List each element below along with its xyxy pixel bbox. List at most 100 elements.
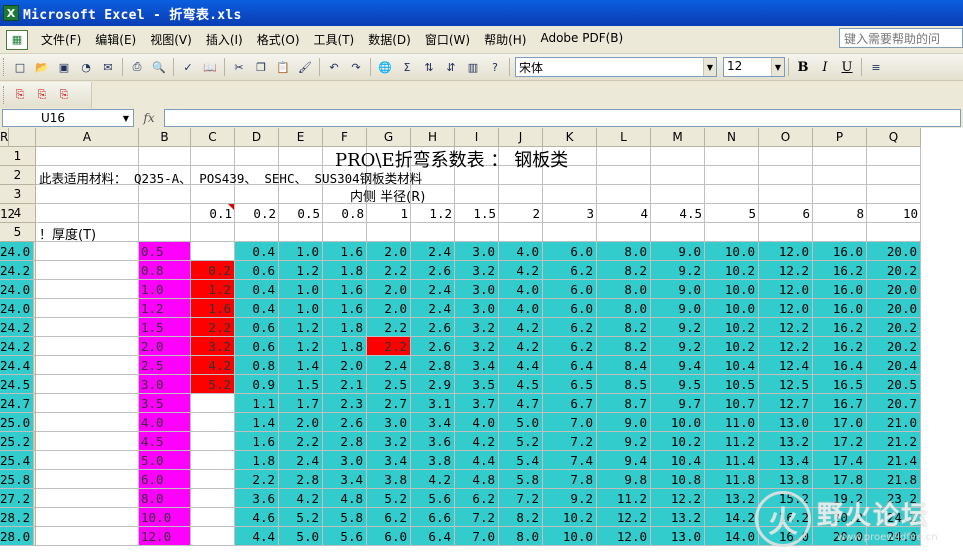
k-factor-cell[interactable]: 1.7 bbox=[279, 394, 323, 413]
column-header[interactable]: B bbox=[139, 128, 191, 147]
cell[interactable] bbox=[36, 375, 139, 394]
k-factor-cell[interactable]: 12.2 bbox=[759, 337, 813, 356]
chart-wizard-icon[interactable]: ▥ bbox=[463, 57, 483, 77]
menu-item[interactable]: 工具(T) bbox=[307, 31, 362, 48]
k-factor-cell[interactable]: 6.5 bbox=[543, 375, 597, 394]
k-factor-cell[interactable]: 24.7 bbox=[0, 394, 35, 413]
k-factor-cell[interactable]: 1.6 bbox=[323, 242, 367, 261]
k-factor-cell[interactable]: 20.4 bbox=[867, 356, 921, 375]
k-factor-cell[interactable]: 6.4 bbox=[411, 527, 455, 546]
cell[interactable] bbox=[759, 166, 813, 185]
k-factor-cell[interactable]: 16.0 bbox=[813, 280, 867, 299]
k-factor-cell[interactable]: 2.3 bbox=[323, 394, 367, 413]
thickness-cell[interactable]: 3.5 bbox=[139, 394, 191, 413]
column-header[interactable]: R bbox=[0, 128, 10, 147]
cell[interactable] bbox=[36, 470, 139, 489]
k-factor-cell[interactable]: 1.1 bbox=[235, 394, 279, 413]
cell[interactable] bbox=[543, 185, 597, 204]
k-factor-cell[interactable]: 8.2 bbox=[499, 508, 543, 527]
k-factor-cell[interactable]: 4.4 bbox=[455, 451, 499, 470]
k-factor-cell[interactable]: 9.2 bbox=[651, 261, 705, 280]
column-header[interactable]: L bbox=[597, 128, 651, 147]
fx-icon[interactable]: fx bbox=[134, 111, 164, 125]
cell[interactable]: 3.2 bbox=[191, 337, 235, 356]
k-factor-cell[interactable]: 24.0 bbox=[0, 280, 35, 299]
cell[interactable] bbox=[36, 394, 139, 413]
cell[interactable] bbox=[36, 299, 139, 318]
k-factor-cell[interactable]: 9.4 bbox=[597, 451, 651, 470]
cell[interactable] bbox=[543, 223, 597, 242]
thickness-cell[interactable]: 8.0 bbox=[139, 489, 191, 508]
k-factor-cell[interactable]: 1.2 bbox=[279, 337, 323, 356]
k-factor-cell[interactable]: 10.0 bbox=[705, 242, 759, 261]
pdf-email-icon[interactable]: ⎘ bbox=[32, 85, 52, 105]
menu-item[interactable]: 窗口(W) bbox=[418, 31, 477, 48]
cell[interactable] bbox=[36, 318, 139, 337]
k-factor-cell[interactable]: 6.0 bbox=[543, 280, 597, 299]
k-factor-cell[interactable]: 7.0 bbox=[455, 527, 499, 546]
cell[interactable] bbox=[705, 147, 759, 166]
thickness-cell[interactable]: 12.0 bbox=[139, 527, 191, 546]
print-preview-icon[interactable]: 🔍 bbox=[149, 57, 169, 77]
k-factor-cell[interactable]: 11.4 bbox=[705, 451, 759, 470]
k-factor-cell[interactable]: 9.0 bbox=[597, 413, 651, 432]
formula-input[interactable] bbox=[164, 109, 961, 127]
k-factor-cell[interactable]: 1.6 bbox=[323, 299, 367, 318]
k-factor-cell[interactable]: 24.2 bbox=[0, 337, 35, 356]
hyperlink-icon[interactable]: 🌐 bbox=[375, 57, 395, 77]
k-factor-cell[interactable]: 5.2 bbox=[499, 432, 543, 451]
cell[interactable] bbox=[651, 185, 705, 204]
k-factor-cell[interactable]: 10.2 bbox=[705, 261, 759, 280]
k-factor-cell[interactable]: 10.5 bbox=[705, 375, 759, 394]
k-factor-cell[interactable]: 3.0 bbox=[367, 413, 411, 432]
k-factor-cell[interactable]: 5.2 bbox=[279, 508, 323, 527]
k-factor-cell[interactable]: 7.0 bbox=[543, 413, 597, 432]
k-factor-cell[interactable]: 13.2 bbox=[651, 508, 705, 527]
thickness-cell[interactable]: 5.0 bbox=[139, 451, 191, 470]
column-header[interactable]: A bbox=[36, 128, 139, 147]
k-factor-cell[interactable]: 4.2 bbox=[499, 261, 543, 280]
k-factor-cell[interactable]: 16.4 bbox=[813, 356, 867, 375]
thickness-cell[interactable]: 10.0 bbox=[139, 508, 191, 527]
k-factor-cell[interactable]: 2.6 bbox=[411, 261, 455, 280]
cell[interactable]: 5.2 bbox=[191, 375, 235, 394]
k-factor-cell[interactable]: 11.2 bbox=[705, 432, 759, 451]
k-factor-cell[interactable]: 3.8 bbox=[411, 451, 455, 470]
k-factor-cell[interactable]: 10.2 bbox=[651, 432, 705, 451]
cell[interactable]: 1.2 bbox=[191, 280, 235, 299]
k-factor-cell[interactable]: 9.2 bbox=[543, 489, 597, 508]
k-factor-cell[interactable]: 1.4 bbox=[235, 413, 279, 432]
k-factor-cell[interactable]: 16.2 bbox=[813, 261, 867, 280]
k-factor-cell[interactable]: 13.0 bbox=[651, 527, 705, 546]
cell[interactable]: 2.2 bbox=[191, 318, 235, 337]
cell[interactable] bbox=[36, 261, 139, 280]
k-factor-cell[interactable]: 4.6 bbox=[235, 508, 279, 527]
k-factor-cell[interactable]: 10.2 bbox=[543, 508, 597, 527]
cell[interactable] bbox=[867, 223, 921, 242]
k-factor-cell[interactable]: 7.2 bbox=[499, 489, 543, 508]
k-factor-cell[interactable]: 4.2 bbox=[455, 432, 499, 451]
k-factor-cell[interactable]: 25.2 bbox=[0, 432, 35, 451]
k-factor-cell[interactable]: 1.5 bbox=[279, 375, 323, 394]
cell[interactable]: 4.2 bbox=[191, 356, 235, 375]
cell[interactable] bbox=[235, 185, 279, 204]
cell[interactable] bbox=[139, 204, 191, 223]
k-factor-cell[interactable]: 6.0 bbox=[543, 242, 597, 261]
k-factor-cell[interactable]: 2.6 bbox=[411, 318, 455, 337]
title-bar[interactable]: X Microsoft Excel - 折弯表.xls bbox=[0, 0, 963, 26]
cell[interactable] bbox=[235, 147, 279, 166]
k-factor-cell[interactable]: 8.2 bbox=[597, 337, 651, 356]
thickness-cell[interactable]: 1.2 bbox=[139, 299, 191, 318]
k-factor-cell[interactable]: 4.4 bbox=[499, 356, 543, 375]
thickness-cell[interactable]: 1.0 bbox=[139, 280, 191, 299]
cell[interactable] bbox=[323, 223, 367, 242]
k-factor-cell[interactable]: 3.0 bbox=[455, 299, 499, 318]
cell[interactable] bbox=[813, 147, 867, 166]
k-factor-cell[interactable]: 12.2 bbox=[759, 261, 813, 280]
cell[interactable] bbox=[759, 185, 813, 204]
cell[interactable] bbox=[139, 185, 191, 204]
k-factor-cell[interactable]: 4.2 bbox=[499, 337, 543, 356]
cell[interactable] bbox=[411, 223, 455, 242]
cell[interactable] bbox=[455, 185, 499, 204]
menu-item[interactable]: 文件(F) bbox=[34, 31, 88, 48]
